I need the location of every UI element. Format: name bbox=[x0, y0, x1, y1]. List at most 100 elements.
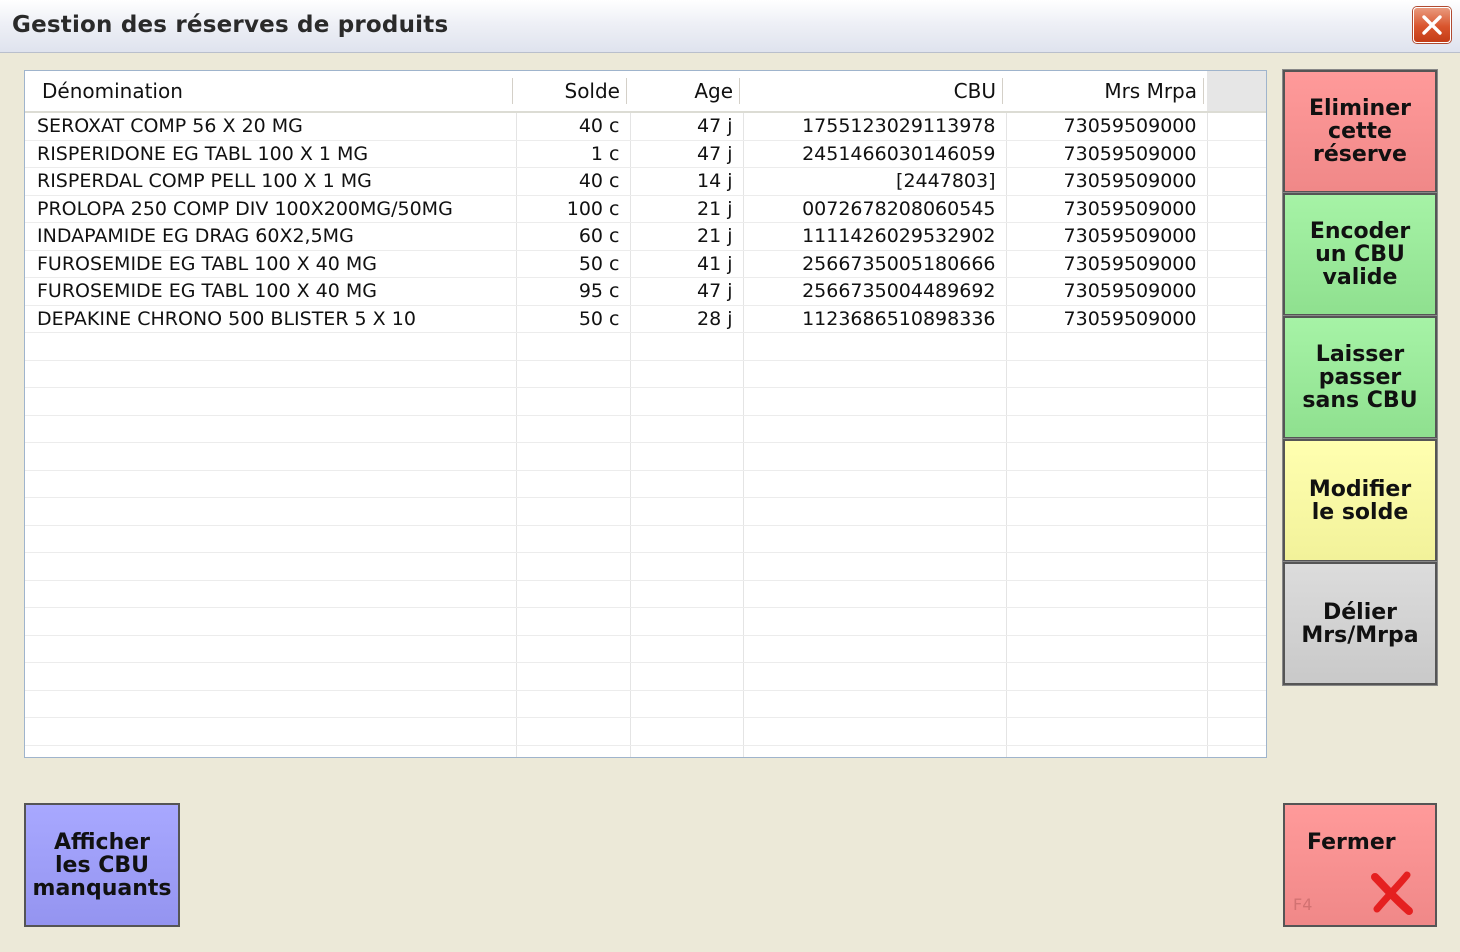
table-cell bbox=[743, 387, 1007, 416]
table-cell: 1755123029113978 bbox=[743, 112, 1007, 141]
table-cell: 60 c bbox=[516, 222, 631, 251]
table-cell bbox=[1207, 140, 1266, 168]
empty-row bbox=[25, 745, 1266, 757]
window-title: Gestion des réserves de produits bbox=[12, 12, 449, 38]
column-header-age[interactable]: Age bbox=[630, 71, 743, 113]
table-cell: 73059509000 bbox=[1006, 167, 1208, 196]
table-cell bbox=[1207, 250, 1266, 278]
close-icon bbox=[1422, 15, 1442, 35]
table-cell bbox=[1207, 745, 1266, 757]
table-row[interactable]: FUROSEMIDE EG TABL 100 X 40 MG 95 c 47 j 25… bbox=[25, 277, 1266, 306]
empty-row bbox=[25, 525, 1266, 553]
table-cell bbox=[516, 717, 631, 746]
table-row[interactable]: RISPERIDONE EG TABL 100 X 1 MG 1 c 47 j 245… bbox=[25, 140, 1266, 168]
column-header-cbu[interactable]: CBU bbox=[743, 71, 1006, 113]
table-cell bbox=[25, 717, 517, 746]
table-cell bbox=[1207, 497, 1266, 526]
table-cell bbox=[516, 580, 631, 608]
empty-row bbox=[25, 415, 1266, 443]
column-header-mrs-mrpa[interactable]: Mrs Mrpa bbox=[1006, 71, 1207, 113]
eliminer-reserve-button[interactable]: Eliminer cette réserve bbox=[1282, 69, 1438, 194]
fermer-button[interactable]: Fermer F4 bbox=[1283, 803, 1437, 927]
table-cell bbox=[25, 442, 517, 471]
window-close-button[interactable] bbox=[1413, 7, 1451, 43]
table-cell bbox=[743, 442, 1007, 471]
table-cell: 73059509000 bbox=[1006, 277, 1208, 306]
table-cell: 2566735005180666 bbox=[743, 250, 1007, 278]
table-cell: INDAPAMIDE EG DRAG 60X2,5MG bbox=[25, 222, 517, 251]
table-cell bbox=[743, 497, 1007, 526]
table-cell bbox=[743, 717, 1007, 746]
table-cell bbox=[1006, 470, 1208, 498]
table-cell bbox=[25, 745, 517, 757]
table-cell: 73059509000 bbox=[1006, 222, 1208, 251]
table-row[interactable]: PROLOPA 250 COMP DIV 100X200MG/50MG 100 c… bbox=[25, 195, 1266, 223]
table-cell: 28 j bbox=[630, 305, 744, 333]
table-cell bbox=[630, 607, 744, 636]
table-cell bbox=[743, 552, 1007, 581]
table-cell bbox=[25, 360, 517, 388]
column-header-denomination[interactable]: Dénomination bbox=[25, 71, 516, 113]
laisser-passer-button[interactable]: Laisser passer sans CBU bbox=[1282, 315, 1438, 440]
table-cell: SEROXAT COMP 56 X 20 MG bbox=[25, 112, 517, 141]
table-cell: 21 j bbox=[630, 222, 744, 251]
table-cell bbox=[1207, 415, 1266, 443]
table-cell: 100 c bbox=[516, 195, 631, 223]
table-row[interactable]: DEPAKINE CHRONO 500 BLISTER 5 X 10 50 c 28… bbox=[25, 305, 1266, 333]
reserves-grid[interactable]: Dénomination Solde Age CBU Mrs Mrpa SERO… bbox=[24, 70, 1267, 758]
encoder-cbu-button[interactable]: Encoder un CBU valide bbox=[1282, 192, 1438, 317]
table-cell bbox=[516, 662, 631, 691]
table-cell: 41 j bbox=[630, 250, 744, 278]
table-cell bbox=[516, 360, 631, 388]
red-x-icon bbox=[1371, 871, 1413, 915]
column-header-filler bbox=[1207, 71, 1266, 113]
table-cell bbox=[1207, 470, 1266, 498]
table-cell bbox=[630, 387, 744, 416]
afficher-cbu-manquants-button[interactable]: Afficher les CBU manquants bbox=[24, 803, 180, 927]
table-cell bbox=[743, 525, 1007, 553]
table-row[interactable]: INDAPAMIDE EG DRAG 60X2,5MG 60 c 21 j 11114… bbox=[25, 222, 1266, 251]
table-cell bbox=[1006, 442, 1208, 471]
table-cell bbox=[1207, 717, 1266, 746]
table-cell bbox=[630, 580, 744, 608]
table-cell bbox=[630, 635, 744, 663]
empty-row bbox=[25, 662, 1266, 691]
empty-row bbox=[25, 635, 1266, 663]
table-cell bbox=[1207, 552, 1266, 581]
table-cell bbox=[743, 635, 1007, 663]
table-cell: 1123686510898336 bbox=[743, 305, 1007, 333]
table-cell: 1 c bbox=[516, 140, 631, 168]
table-cell bbox=[1207, 690, 1266, 718]
table-cell bbox=[1006, 635, 1208, 663]
table-cell: 73059509000 bbox=[1006, 195, 1208, 223]
empty-row bbox=[25, 360, 1266, 388]
table-cell bbox=[1006, 662, 1208, 691]
empty-row bbox=[25, 580, 1266, 608]
table-cell: 73059509000 bbox=[1006, 305, 1208, 333]
table-cell bbox=[25, 470, 517, 498]
table-cell bbox=[1006, 745, 1208, 757]
table-cell bbox=[1207, 607, 1266, 636]
modifier-solde-button[interactable]: Modifier le solde bbox=[1282, 438, 1438, 563]
table-cell bbox=[1006, 332, 1208, 361]
table-row[interactable]: FUROSEMIDE EG TABL 100 X 40 MG 50 c 41 j 25… bbox=[25, 250, 1266, 278]
table-cell bbox=[630, 552, 744, 581]
table-cell: FUROSEMIDE EG TABL 100 X 40 MG bbox=[25, 250, 517, 278]
table-row[interactable]: RISPERDAL COMP PELL 100 X 1 MG 40 c 14 j [2… bbox=[25, 167, 1266, 196]
table-cell bbox=[1207, 580, 1266, 608]
table-cell bbox=[630, 497, 744, 526]
table-cell bbox=[1207, 635, 1266, 663]
table-cell bbox=[25, 525, 517, 553]
table-row[interactable]: SEROXAT COMP 56 X 20 MG 40 c 47 j 175512302… bbox=[25, 112, 1266, 141]
table-cell: 47 j bbox=[630, 112, 744, 141]
delier-mrs-mrpa-button[interactable]: Délier Mrs/Mrpa bbox=[1282, 561, 1438, 686]
empty-row bbox=[25, 497, 1266, 526]
column-header-solde[interactable]: Solde bbox=[516, 71, 630, 113]
empty-row bbox=[25, 552, 1266, 581]
table-cell bbox=[1207, 195, 1266, 223]
table-cell: [2447803] bbox=[743, 167, 1007, 196]
table-cell: 14 j bbox=[630, 167, 744, 196]
table-cell bbox=[743, 580, 1007, 608]
table-cell bbox=[630, 690, 744, 718]
table-cell: 73059509000 bbox=[1006, 140, 1208, 168]
